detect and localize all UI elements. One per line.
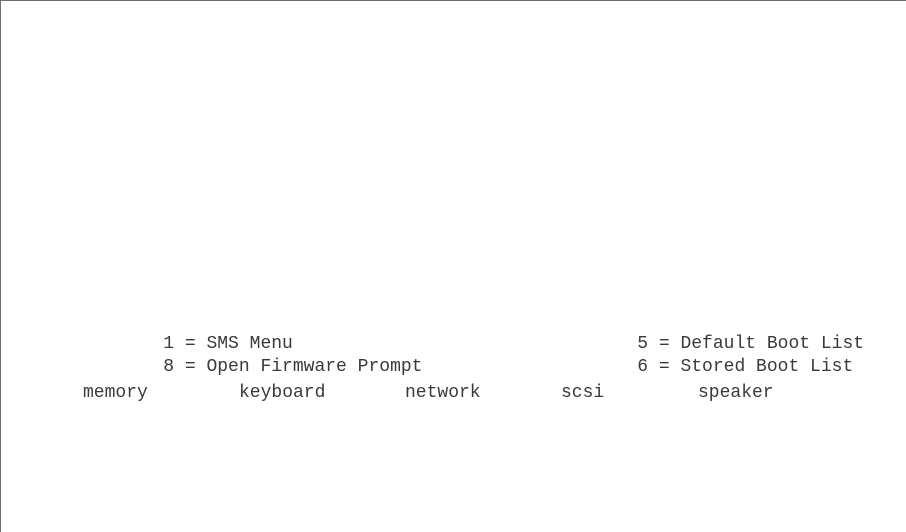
device-network: network [405, 383, 481, 403]
option-key: 6 [637, 357, 649, 377]
device-speaker: speaker [698, 383, 774, 403]
option-label: Stored Boot List [680, 357, 854, 377]
device-keyboard: keyboard [239, 383, 326, 403]
option-label: Open Firmware Prompt [206, 357, 423, 377]
device-scsi: scsi [561, 383, 605, 403]
firmware-console-screen: 1 = SMS Menu 5 = Default Boot List 8 = O… [0, 0, 906, 532]
option-key: 8 [163, 357, 175, 377]
device-memory: memory [83, 383, 148, 403]
